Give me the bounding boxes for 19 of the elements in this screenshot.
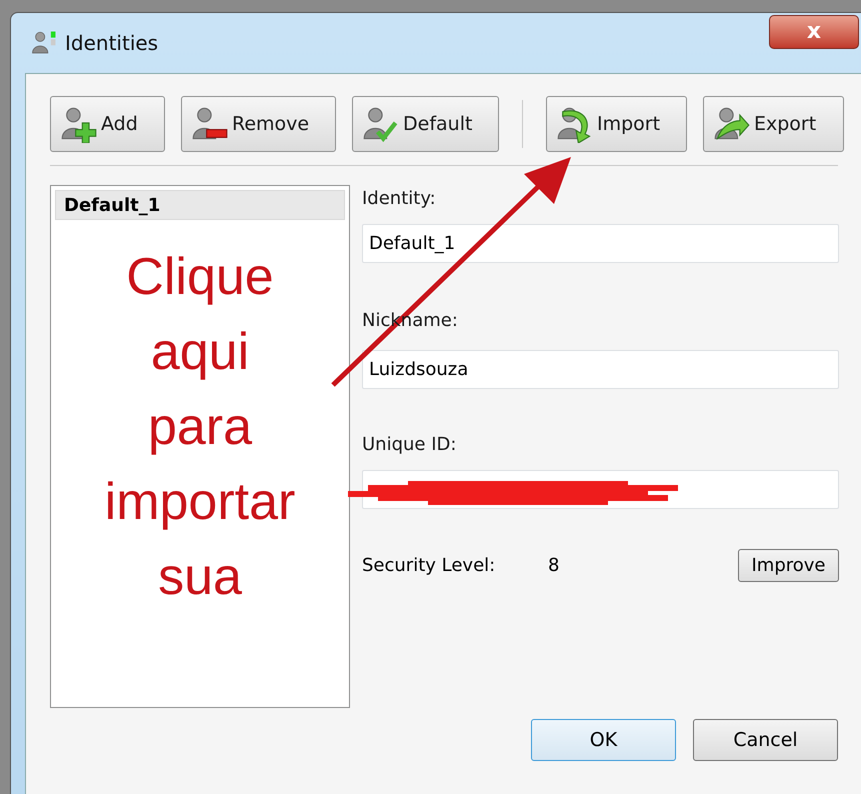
annotation-text: Clique aqui para importar sua xyxy=(104,247,296,608)
cancel-button[interactable]: Cancel xyxy=(693,719,838,761)
window-title: Identities xyxy=(65,30,158,57)
identity-list-item[interactable]: Default_1 xyxy=(55,190,345,220)
person-plus-icon xyxy=(59,105,99,143)
toolbar-button[interactable]: Remove xyxy=(181,96,336,152)
field-label: Identity: xyxy=(362,187,437,211)
toolbar-button[interactable]: Default xyxy=(352,96,499,152)
ok-button[interactable]: OK xyxy=(531,719,676,761)
toolbar-button[interactable]: Add xyxy=(50,96,165,152)
toolbar-button[interactable]: Export xyxy=(703,96,844,152)
toolbar-button[interactable]: Import xyxy=(546,96,687,152)
improve-button[interactable]: Improve xyxy=(738,549,839,582)
security-level-label: Security Level: xyxy=(362,554,496,578)
field-label: Unique ID: xyxy=(362,433,458,457)
security-level-value: 8 xyxy=(548,554,560,578)
identity-field[interactable]: Default_1 xyxy=(362,224,839,263)
app-icon xyxy=(31,30,57,56)
nickname-field[interactable]: Luizdsouza xyxy=(362,350,839,389)
